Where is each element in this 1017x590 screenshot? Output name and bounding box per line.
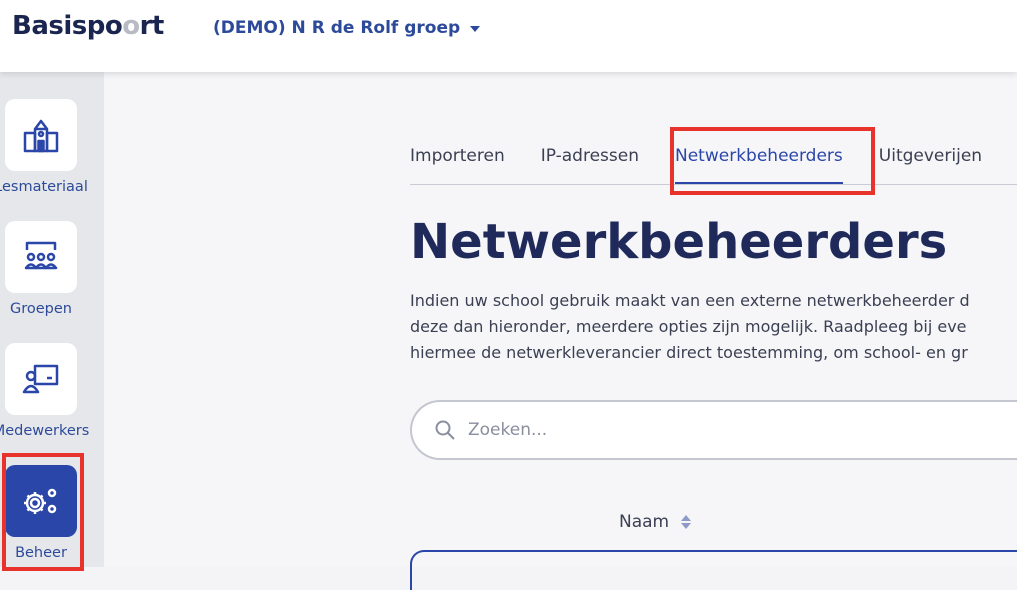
column-header-naam[interactable]: Naam: [619, 512, 692, 532]
person-screen-icon: [22, 364, 59, 394]
page-title: Netwerkbeheerders: [410, 214, 948, 270]
table-container: [410, 550, 1017, 590]
sidebar-item-groepen[interactable]: Groepen: [0, 221, 104, 331]
caret-down-icon: [470, 26, 481, 32]
tab-importeren[interactable]: Importeren: [410, 146, 505, 184]
search-box[interactable]: [410, 400, 1017, 460]
highlight-box-netwerkbeheerders: [670, 127, 875, 195]
sidebar-item-lesmateriaal[interactable]: Lesmateriaal: [0, 99, 104, 209]
search-icon: [435, 420, 455, 440]
highlight-box-beheer: [2, 453, 84, 571]
group-board-icon: [24, 241, 58, 270]
school-selector[interactable]: (DEMO) N R de Rolf groep: [213, 18, 481, 38]
tab-ip-adressen[interactable]: IP-adressen: [541, 146, 639, 184]
sort-icon: [681, 515, 692, 529]
school-building-icon: [23, 119, 59, 153]
page-description: Indien uw school gebruik maakt van een e…: [410, 291, 970, 362]
basispoort-logo[interactable]: Basispoort: [12, 11, 164, 41]
sidebar-item-medewerkers[interactable]: Medewerkers: [0, 343, 104, 453]
top-bar: Basispoort (DEMO) N R de Rolf groep: [0, 0, 1017, 72]
tab-uitgeverijen[interactable]: Uitgeverijen: [879, 146, 982, 184]
school-name: (DEMO) N R de Rolf groep: [213, 18, 461, 38]
search-input[interactable]: [466, 419, 990, 441]
main-content: Importeren IP-adressen Netwerkbeheerders…: [104, 72, 1017, 590]
